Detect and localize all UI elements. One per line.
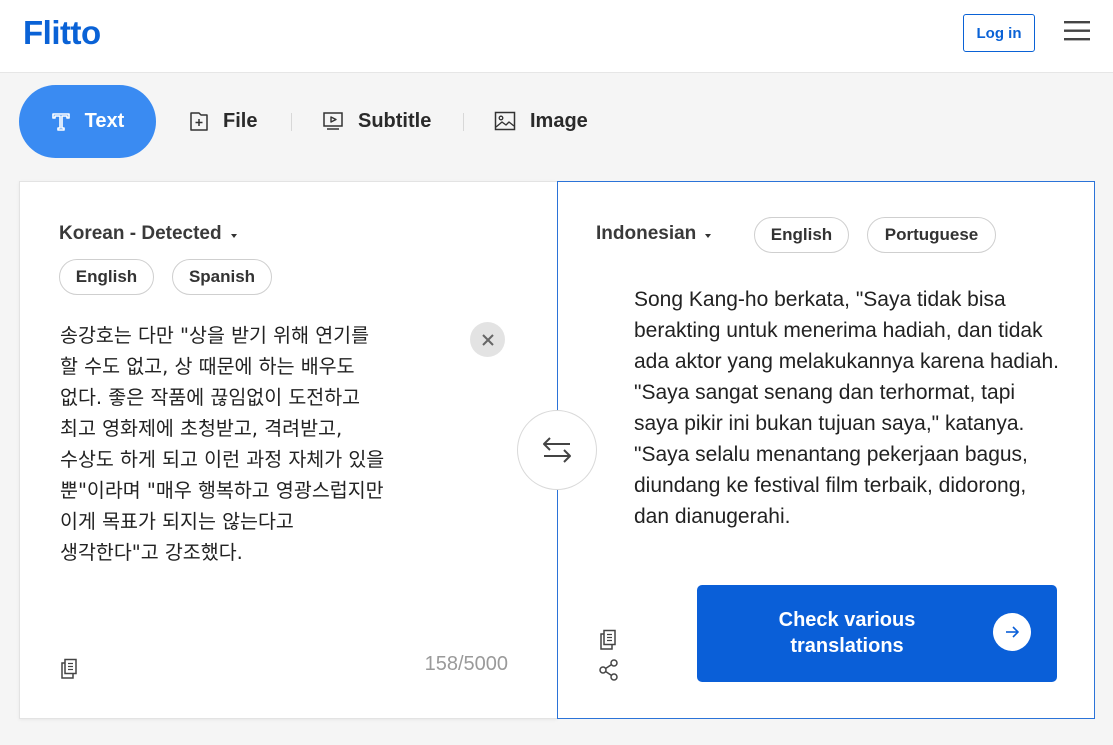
arrow-right-icon xyxy=(993,613,1031,651)
tab-image[interactable]: Image xyxy=(494,85,588,157)
copy-translation-button[interactable] xyxy=(599,629,617,656)
tab-subtitle[interactable]: Subtitle xyxy=(322,85,431,157)
source-chip-spanish[interactable]: Spanish xyxy=(172,259,272,295)
target-panel: Indonesian English Portuguese Song Kang-… xyxy=(557,181,1095,719)
chevron-down-icon xyxy=(705,233,712,238)
tab-subtitle-label: Subtitle xyxy=(358,109,432,132)
character-count: 158/5000 xyxy=(424,653,508,675)
swap-languages-button[interactable] xyxy=(517,410,597,490)
share-translation-button[interactable] xyxy=(598,659,620,686)
swap-arrows-icon xyxy=(543,437,571,463)
tab-text-label: Text xyxy=(84,110,125,132)
tab-divider xyxy=(463,113,464,131)
source-language-select[interactable]: Korean - Detected xyxy=(59,223,237,245)
hamburger-menu-icon[interactable] xyxy=(1064,20,1090,42)
tab-text[interactable]: Text xyxy=(19,85,156,158)
target-chip-portuguese[interactable]: Portuguese xyxy=(867,217,996,253)
close-icon xyxy=(481,333,494,346)
chevron-down-icon xyxy=(230,233,237,238)
copy-source-button[interactable] xyxy=(60,658,78,685)
source-chip-english[interactable]: English xyxy=(59,259,154,295)
clear-text-button[interactable] xyxy=(470,322,505,357)
target-chip-english[interactable]: English xyxy=(754,217,849,253)
flitto-logo[interactable]: Flitto xyxy=(23,14,101,52)
translation-output: Song Kang-ho berkata, "Saya tidak bisa b… xyxy=(634,288,1059,528)
share-icon xyxy=(599,659,618,681)
source-text-input[interactable]: 송강호는 다만 "상을 받기 위해 연기를 할 수도 없고, 상 때문에 하는 … xyxy=(60,320,470,568)
login-button[interactable]: Log in xyxy=(963,14,1035,52)
image-icon xyxy=(494,111,516,131)
target-language-label: Indonesian xyxy=(596,223,697,244)
source-language-label: Korean - Detected xyxy=(59,223,222,244)
check-translations-label: Check various translations xyxy=(778,609,916,657)
tab-image-label: Image xyxy=(530,109,588,132)
tab-file[interactable]: File xyxy=(189,85,257,157)
target-language-select[interactable]: Indonesian xyxy=(596,223,712,245)
copy-icon xyxy=(61,658,77,679)
tab-file-label: File xyxy=(223,109,258,132)
tab-divider xyxy=(291,113,292,131)
subtitle-icon xyxy=(323,112,343,130)
text-icon xyxy=(51,112,70,131)
file-add-icon xyxy=(190,112,208,131)
top-header: Flitto Log in xyxy=(0,0,1113,73)
check-various-translations-button[interactable]: Check various translations xyxy=(697,585,1057,682)
input-type-tabs: Text File Subtitle Image xyxy=(0,74,1113,170)
source-panel: Korean - Detected English Spanish 송강호는 다… xyxy=(19,181,557,719)
copy-icon xyxy=(600,629,616,650)
